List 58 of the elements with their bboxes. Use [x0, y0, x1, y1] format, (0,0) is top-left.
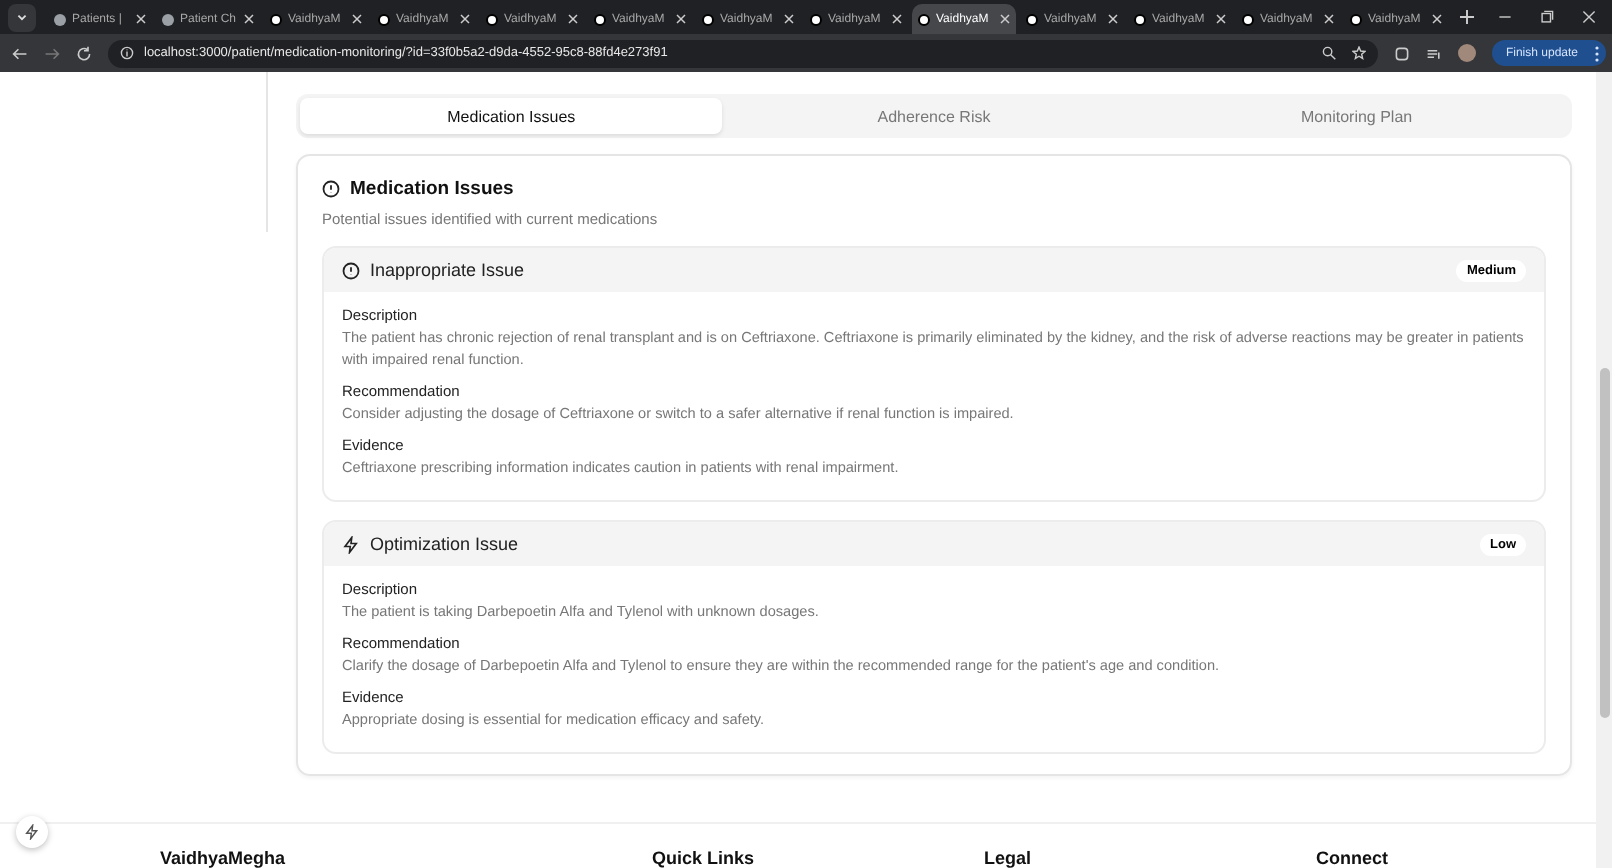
- favicon-icon: [918, 13, 930, 25]
- close-icon[interactable]: [244, 14, 254, 24]
- footer-heading: Quick Links: [652, 848, 757, 868]
- favicon-icon: [1242, 13, 1254, 25]
- tab[interactable]: Adherence Risk: [722, 98, 1146, 134]
- footer-heading: Connect: [1316, 848, 1390, 868]
- scrollbar[interactable]: [1596, 72, 1612, 868]
- tab-search-button[interactable]: [8, 3, 36, 31]
- profile-avatar[interactable]: [1457, 44, 1476, 62]
- footer-heading: Legal: [984, 848, 1034, 868]
- close-icon[interactable]: [1108, 14, 1118, 24]
- close-icon[interactable]: [1000, 14, 1010, 24]
- alert-circle-icon: [342, 261, 360, 279]
- back-icon[interactable]: [12, 45, 28, 61]
- close-icon[interactable]: [1432, 14, 1442, 24]
- favicon-icon: [54, 13, 66, 25]
- plus-icon[interactable]: [1460, 10, 1474, 24]
- close-icon[interactable]: [676, 14, 686, 24]
- close-icon[interactable]: [1216, 14, 1226, 24]
- minimize-icon[interactable]: [1498, 10, 1512, 24]
- media-icon[interactable]: [1425, 45, 1442, 61]
- lightning-icon: [342, 535, 360, 553]
- forward-icon[interactable]: [44, 45, 60, 61]
- issue-title: Optimization Issue: [370, 534, 519, 554]
- info-icon[interactable]: [120, 46, 134, 60]
- close-icon[interactable]: [892, 14, 902, 24]
- favicon-icon: [1350, 13, 1362, 25]
- close-icon[interactable]: [784, 14, 794, 24]
- close-icon[interactable]: [460, 14, 470, 24]
- tab[interactable]: Medication Issues: [300, 98, 723, 134]
- chevron-down-icon: [16, 11, 28, 23]
- favicon-icon: [594, 13, 606, 25]
- reload-icon[interactable]: [76, 45, 92, 61]
- favicon-icon: [1026, 13, 1038, 25]
- close-icon[interactable]: [1582, 10, 1596, 24]
- close-icon[interactable]: [568, 14, 578, 24]
- restore-icon[interactable]: [1540, 10, 1554, 24]
- card-title: Medication Issues: [350, 178, 514, 200]
- zoom-icon[interactable]: [1321, 46, 1336, 60]
- assistant-button[interactable]: [16, 816, 48, 848]
- footer-heading: VaidhyaMegha: [160, 848, 288, 868]
- close-icon[interactable]: [352, 14, 362, 24]
- favicon-icon: [486, 13, 498, 25]
- close-icon[interactable]: [136, 14, 146, 24]
- favicon-icon: [702, 13, 714, 25]
- favicon-icon: [162, 13, 174, 25]
- favicon-icon: [1134, 13, 1146, 25]
- favicon-icon: [270, 13, 282, 25]
- close-icon[interactable]: [1324, 14, 1334, 24]
- more-vertical-icon[interactable]: [1594, 45, 1600, 61]
- issue-title: Inappropriate Issue: [370, 260, 525, 280]
- extensions-icon[interactable]: [1393, 45, 1410, 61]
- favicon-icon: [378, 13, 390, 25]
- tab[interactable]: Monitoring Plan: [1145, 98, 1568, 134]
- lightning-icon: [24, 824, 40, 840]
- alert-circle-icon: [322, 180, 340, 198]
- star-icon[interactable]: [1351, 46, 1366, 60]
- favicon-icon: [810, 13, 822, 25]
